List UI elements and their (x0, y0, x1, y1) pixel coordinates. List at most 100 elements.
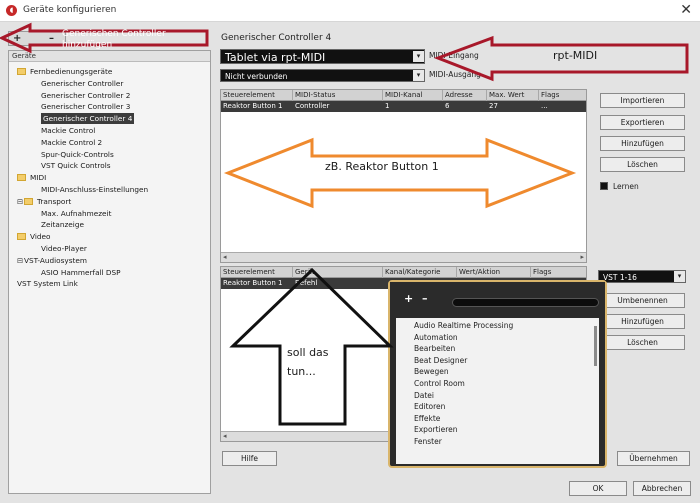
tree-item[interactable]: ASIO Hammerfall DSP (41, 267, 121, 278)
add-bank-button[interactable]: Hinzufügen (600, 314, 685, 329)
command-category-item[interactable]: Bewegen (414, 366, 449, 377)
col-header[interactable]: Wert/Aktion (457, 267, 531, 278)
table-cell: Reaktor Button 1 (223, 279, 283, 287)
tree-item[interactable]: Fernbedienungsgeräte (17, 66, 112, 77)
tree-item[interactable]: Generischer Controller 2 (41, 90, 130, 101)
tree-item[interactable]: Generischer Controller (41, 78, 123, 89)
command-category-label: Effekte (414, 413, 441, 423)
tree-item[interactable]: ⊟ Transport (17, 196, 71, 207)
command-category-item[interactable]: Audio Realtime Processing (414, 320, 513, 331)
command-category-label: Exportieren (414, 425, 458, 435)
tree-item-label: MIDI-Anschluss-Einstellungen (41, 185, 149, 194)
delete-control-button[interactable]: Löschen (600, 157, 685, 172)
help-button[interactable]: Hilfe (222, 451, 277, 466)
col-header[interactable]: Steuerelement (221, 267, 293, 278)
close-icon[interactable]: ✕ (680, 2, 692, 18)
command-category-item[interactable]: Datei (414, 390, 434, 401)
add-device-button[interactable]: + (13, 32, 21, 45)
window-title: Geräte konfigurieren (23, 5, 117, 15)
tree-item[interactable]: ⊟VST-Audiosystem (17, 255, 87, 266)
tree-item[interactable]: MIDI-Anschluss-Einstellungen (41, 184, 148, 195)
tree-item-label: Max. Aufnahmezeit (41, 208, 112, 218)
midi-output-select[interactable]: Nicht verbunden ▾ (220, 69, 425, 82)
command-category-item[interactable]: Fenster (414, 436, 442, 447)
add-control-button[interactable]: Hinzufügen (600, 136, 685, 151)
col-header[interactable]: Gerät (293, 267, 383, 278)
tree-item[interactable]: Video (17, 231, 50, 242)
rename-bank-button[interactable]: Umbenennen (600, 293, 685, 308)
command-category-item[interactable]: Effekte (414, 413, 440, 424)
col-header[interactable]: MIDI-Status (293, 90, 383, 101)
bank-select[interactable]: VST 1-16 ▾ (598, 270, 686, 283)
apply-button[interactable]: Übernehmen (617, 451, 690, 466)
learn-label: Lernen (613, 182, 639, 191)
col-header[interactable]: Adresse (443, 90, 487, 101)
expand-all-icon[interactable]: + (404, 292, 413, 305)
tree-item[interactable]: Generischer Controller 4 (41, 113, 135, 125)
command-category-item[interactable]: Exportieren (414, 424, 458, 435)
tree-item-label: Video-Player (41, 244, 87, 253)
tree-item[interactable]: Video-Player (41, 243, 87, 254)
note-reaktor: zB. Reaktor Button 1 (325, 160, 439, 173)
delete-bank-button[interactable]: Löschen (600, 335, 685, 350)
scroll-right-icon[interactable]: ▸ (580, 253, 584, 262)
popup-search-input[interactable] (452, 298, 599, 307)
tree-item-label: VST-Audiosystem (24, 255, 88, 265)
tree-item[interactable]: Spur-Quick-Controls (41, 149, 114, 160)
horizontal-scrollbar[interactable]: ◂ ▸ (221, 252, 586, 262)
popup-header: + – (390, 282, 605, 312)
expand-toggle-icon[interactable]: ⊟ (17, 196, 24, 207)
command-category-item[interactable]: Automation (414, 332, 458, 343)
tree-item[interactable]: MIDI (17, 172, 46, 183)
export-button[interactable]: Exportieren (600, 115, 685, 130)
command-category-label: Fenster (414, 437, 442, 446)
tree-item[interactable]: Generischer Controller 3 (41, 101, 130, 112)
folder-icon (17, 68, 26, 75)
command-category-item[interactable]: Bearbeiten (414, 343, 455, 354)
command-category-label: Bearbeiten (414, 344, 456, 354)
tree-item[interactable]: Zeitanzeige (41, 219, 84, 230)
collapse-all-icon[interactable]: – (422, 292, 428, 305)
col-header[interactable]: Flags (531, 267, 588, 278)
folder-icon (17, 233, 26, 241)
ok-button[interactable]: OK (569, 481, 627, 496)
midi-input-select[interactable]: Tablet via rpt-MIDI ▾ (220, 49, 425, 64)
midi-input-label: MIDI-Eingang (429, 51, 479, 60)
col-header[interactable]: Flags (539, 90, 588, 101)
col-header[interactable]: Max. Wert (487, 90, 539, 101)
tree-item-label: Generischer Controller (41, 78, 124, 88)
import-button[interactable]: Importieren (600, 93, 685, 108)
note-rpt-midi: rpt-MIDI (553, 49, 598, 62)
tree-item[interactable]: Mackie Control (41, 125, 95, 136)
col-header[interactable]: MIDI-Kanal (383, 90, 443, 101)
remove-device-button[interactable]: – (49, 32, 54, 45)
tree-item-label: Video (30, 232, 51, 242)
tree-item[interactable]: Mackie Control 2 (41, 137, 102, 148)
table-cell: 27 (489, 102, 498, 110)
scroll-left-icon[interactable]: ◂ (223, 432, 227, 441)
table-cell: ... (541, 102, 548, 110)
col-header[interactable]: Steuerelement (221, 90, 293, 101)
tree-item-label: ASIO Hammerfall DSP (41, 267, 121, 277)
tree-item[interactable]: VST Quick Controls (41, 160, 111, 171)
scroll-left-icon[interactable]: ◂ (223, 253, 227, 262)
note-soll: soll das tun... (287, 346, 329, 378)
command-category-item[interactable]: Control Room (414, 378, 465, 389)
table-row[interactable]: Reaktor Button 1 Controller 1 6 27 ... (221, 101, 586, 112)
learn-checkbox[interactable] (600, 182, 608, 190)
tree-item[interactable]: Max. Aufnahmezeit (41, 208, 111, 219)
command-category-item[interactable]: Editoren (414, 401, 445, 412)
midi-input-value: Tablet via rpt-MIDI (225, 51, 326, 64)
cancel-button[interactable]: Abbrechen (633, 481, 691, 496)
command-category-item[interactable]: Beat Designer (414, 355, 467, 366)
bank-value: VST 1-16 (603, 273, 637, 282)
col-header[interactable]: Kanal/Kategorie (383, 267, 457, 278)
tree-item-label: Generischer Controller 2 (41, 90, 131, 100)
expand-toggle-icon[interactable]: ⊟ (17, 255, 24, 266)
tree-item[interactable]: VST System Link (17, 278, 78, 289)
title-bar: ◖ Geräte konfigurieren ✕ (0, 0, 700, 22)
chevron-down-icon: ▾ (674, 271, 685, 282)
vertical-scrollbar[interactable] (594, 326, 597, 366)
folder-icon (17, 174, 26, 182)
note-add-controller: Generischen Controller hinzufügen (62, 29, 166, 50)
